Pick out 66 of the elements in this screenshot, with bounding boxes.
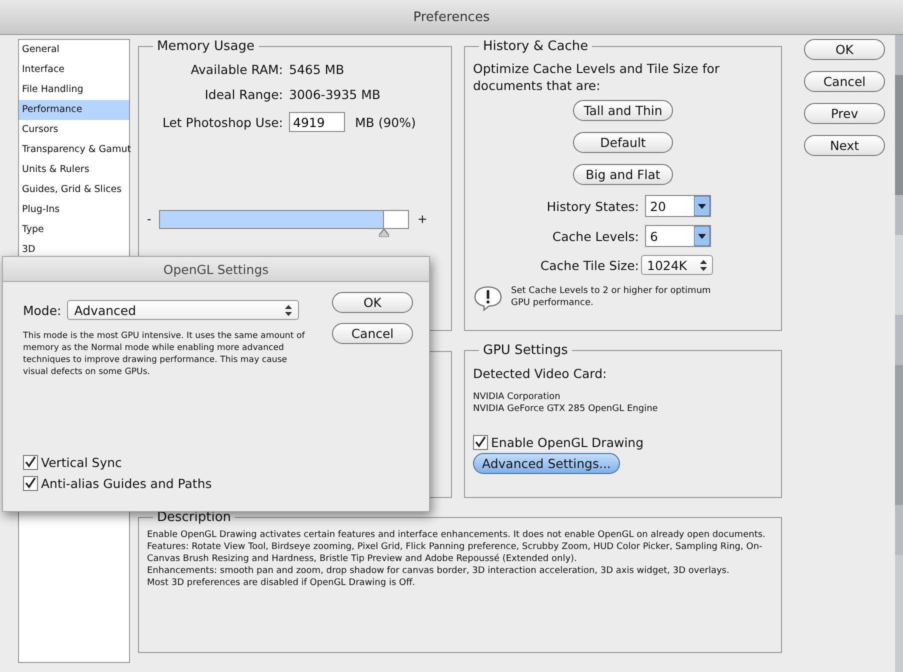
input-field[interactable]: 4919 [289, 112, 345, 132]
category-item[interactable]: Guides, Grid & Slices [19, 180, 129, 200]
window-title: Preferences [413, 10, 490, 24]
checkbox-label: Anti-alias Guides and Paths [41, 476, 212, 491]
advanced-settings-button[interactable]: Advanced Settings... [473, 453, 620, 474]
group-title: Memory Usage [156, 39, 256, 54]
category-item[interactable]: File Handling [19, 80, 129, 100]
checkbox-label: Enable OpenGL Drawing [491, 435, 644, 450]
category-item[interactable]: Transparency & Gamut [19, 140, 129, 160]
description-text: Features: Rotate View Tool, Birdseye zooming, Pixel Grid, Flick Panning preference, Scrubby Zoom, HUD Color Picker, Sampling Ring, On-Canvas Brush Resizing and Hardness, Bristle Tip Preview and Adobe Repoussé (Extended only). [147, 541, 764, 565]
dialog-button[interactable]: Prev [804, 103, 885, 124]
category-item[interactable]: 3D [19, 240, 129, 260]
field-label: Cache Levels: [551, 228, 639, 244]
dropdown-arrow-icon [694, 196, 710, 216]
group-title: Description [156, 510, 232, 525]
dialog-button[interactable]: Cancel [332, 323, 413, 344]
dialog-title: OpenGL Settings [163, 262, 269, 276]
field-value: 3006-3935 MB [289, 87, 382, 102]
field-label: Ideal Range: [204, 87, 283, 102]
category-item[interactable]: Plug-Ins [19, 200, 129, 220]
minus-label: - [147, 211, 152, 228]
checkbox[interactable] [23, 455, 38, 470]
field-label: Mode: [23, 302, 62, 318]
description-text: Enable OpenGL Drawing activates certain features and interface enhancements. It does not enable OpenGL on already open documents. [147, 529, 766, 541]
group-title: History & Cache [482, 39, 590, 54]
category-item[interactable]: Type [19, 220, 129, 240]
preset-button[interactable]: Default [573, 132, 673, 153]
slider-track[interactable] [159, 210, 410, 229]
category-item[interactable]: Cursors [19, 120, 129, 140]
warning-icon [473, 285, 503, 311]
category-item[interactable]: Units & Rulers [19, 160, 129, 180]
dropdown[interactable]: 20 [645, 195, 711, 217]
field-label: Available RAM: [190, 62, 283, 77]
stepper-field[interactable]: 1024K [641, 255, 713, 275]
intro-text: Optimize Cache Levels and Tile Size for documents that are: [473, 60, 721, 94]
field-label: Detected Video Card: [473, 366, 608, 381]
dropdown[interactable]: 6 [645, 225, 711, 247]
dialog-button[interactable]: Next [804, 135, 885, 156]
video-card-text: NVIDIA GeForce GTX 285 OpenGL Engine [473, 403, 659, 415]
dialog-button[interactable]: OK [804, 39, 885, 60]
preset-button[interactable]: Big and Flat [573, 164, 673, 185]
field-label: Cache Tile Size: [539, 258, 639, 272]
field-label: History States: [546, 198, 639, 214]
note-text: Set Cache Levels to 2 or higher for optimum GPU performance. [511, 285, 712, 309]
description-text: Enhancements: smooth pan and zoom, drop shadow for canvas border, 3D interaction acceleration, 3D axis widget, 3D overlays. [147, 565, 730, 577]
checkbox[interactable] [23, 476, 38, 491]
plus-label: + [417, 211, 428, 228]
group-title: GPU Settings [482, 343, 569, 358]
category-item[interactable]: General [19, 40, 129, 60]
mode-description: This mode is the most GPU intensive. It uses the same amount of memory as the Normal mode while enabling more advanced techniques to improve drawing performance. This may cause visual defects on some GPUs. [23, 330, 306, 378]
dropdown-arrow-icon [694, 226, 710, 246]
checkbox[interactable] [473, 435, 488, 450]
video-card-text: NVIDIA Corporation [473, 391, 562, 403]
mode-dropdown[interactable]: Advanced [67, 300, 300, 320]
field-value: 5465 MB [289, 62, 346, 77]
category-item[interactable]: Interface [19, 60, 129, 80]
preset-button[interactable]: Tall and Thin [573, 100, 673, 121]
checkbox-label: Vertical Sync [41, 455, 122, 470]
dialog-button[interactable]: Cancel [804, 71, 885, 92]
description-text: Most 3D preferences are disabled if OpenGL Drawing is Off. [147, 577, 416, 589]
unit-label: MB (90%) [355, 114, 416, 130]
category-item[interactable]: Performance [19, 100, 129, 120]
field-label: Let Photoshop Use: [161, 114, 283, 130]
dialog-button[interactable]: OK [332, 292, 413, 313]
stepper-arrows-icon [285, 304, 292, 316]
stepper-arrows-icon [700, 260, 707, 270]
